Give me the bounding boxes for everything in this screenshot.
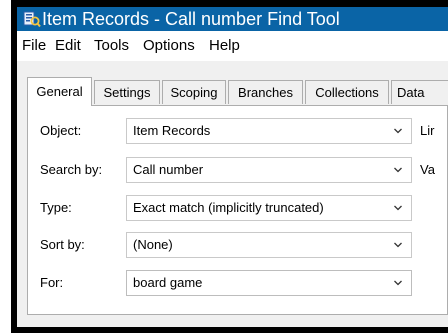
chevron-down-icon[interactable] — [394, 205, 402, 211]
object-value: Item Records — [133, 123, 211, 138]
sort-by-label: Sort by: — [40, 237, 85, 252]
object-label: Object: — [40, 123, 82, 138]
title-bar[interactable]: Item Records - Call number Find Tool — [17, 7, 448, 31]
tab-branches[interactable]: Branches — [228, 80, 303, 104]
tab-scoping[interactable]: Scoping — [162, 80, 226, 104]
limit-label: Lir — [420, 123, 435, 138]
type-label: Type: — [40, 200, 72, 215]
general-panel: Object: Item Records Lir Search by: Call… — [27, 105, 448, 315]
chevron-down-icon[interactable] — [394, 242, 402, 248]
for-label: For: — [40, 275, 64, 290]
object-dropdown[interactable]: Item Records — [126, 118, 412, 144]
window-title: Item Records - Call number Find Tool — [42, 9, 340, 29]
menu-edit[interactable]: Edit — [53, 31, 83, 61]
client-area: File Edit Tools Options Help General Set… — [17, 31, 448, 327]
type-dropdown[interactable]: Exact match (implicitly truncated) — [126, 195, 412, 221]
sort-by-dropdown[interactable]: (None) — [126, 232, 412, 258]
tab-general[interactable]: General — [27, 77, 92, 106]
sort-by-value: (None) — [133, 237, 173, 252]
search-term-input[interactable]: board game — [126, 270, 412, 296]
tab-settings[interactable]: Settings — [94, 80, 160, 104]
search-by-value: Call number — [133, 162, 204, 177]
search-by-dropdown[interactable]: Call number — [126, 157, 412, 183]
tab-collections[interactable]: Collections — [305, 80, 389, 104]
chevron-down-icon[interactable] — [394, 167, 402, 173]
menu-options[interactable]: Options — [141, 31, 197, 61]
menu-help[interactable]: Help — [207, 31, 242, 61]
menu-tools[interactable]: Tools — [92, 31, 131, 61]
tab-data[interactable]: Data — [391, 80, 448, 104]
search-by-label: Search by: — [40, 162, 103, 177]
type-value: Exact match (implicitly truncated) — [133, 200, 324, 215]
menu-bar: File Edit Tools Options Help — [17, 31, 448, 61]
menu-file[interactable]: File — [20, 31, 48, 61]
window-frame: Item Records - Call number Find Tool Fil… — [11, 0, 448, 333]
search-term-value[interactable]: board game — [133, 271, 202, 295]
app-icon — [23, 11, 41, 28]
chevron-down-icon[interactable] — [394, 128, 402, 134]
tab-strip: General Settings Scoping Branches Collec… — [27, 77, 448, 106]
chevron-down-icon[interactable] — [394, 280, 402, 286]
value-label: Va — [420, 162, 435, 177]
